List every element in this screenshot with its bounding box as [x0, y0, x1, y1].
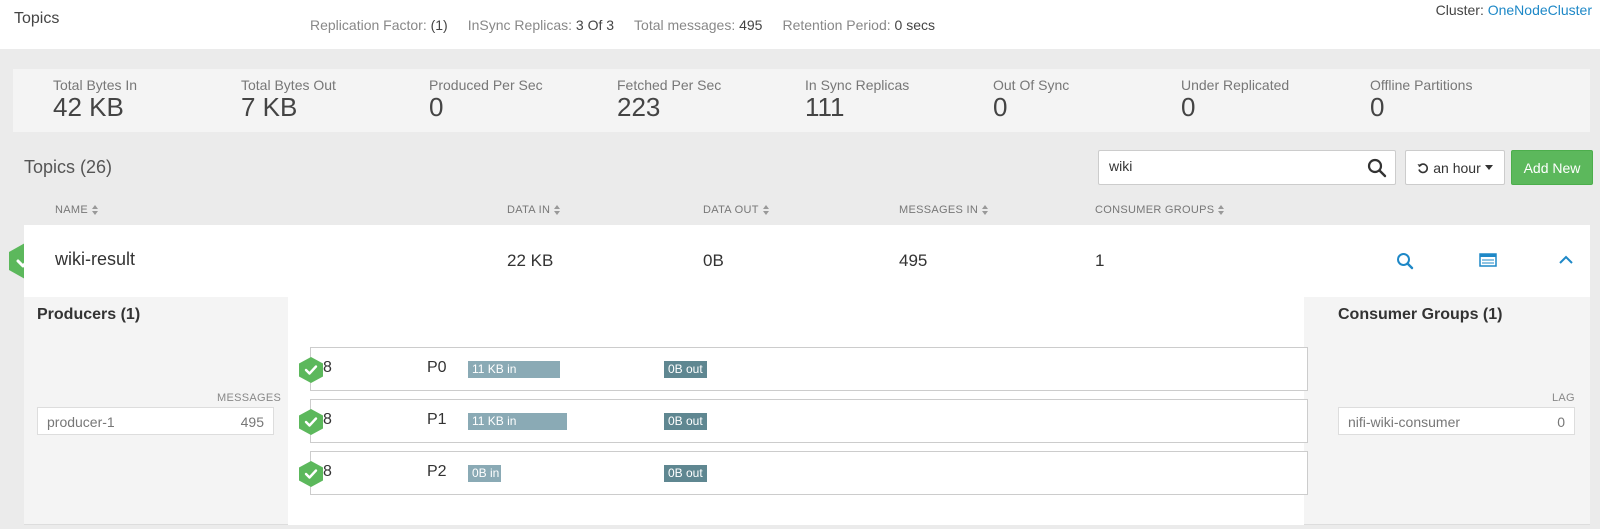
partition-broker: 8 [323, 411, 332, 428]
partition-broker: 8 [323, 463, 332, 480]
metric-label: Fetched Per Sec [617, 77, 722, 93]
metrics-summary: Total Bytes In 42 KB Total Bytes Out 7 K… [13, 69, 1590, 132]
cluster-label: Cluster: [1435, 2, 1484, 18]
topic-messages-in: 495 [899, 251, 928, 270]
sort-icon [982, 204, 989, 216]
producer-name: producer-1 [47, 414, 115, 430]
messages-header: MESSAGES [217, 392, 282, 404]
producer-messages: 495 [240, 414, 264, 430]
partition-bytes-in-bar: 0B in [468, 465, 501, 482]
metric-total-bytes-out: Total Bytes Out 7 KB [241, 77, 336, 120]
partition-bytes-in-bar: 11 KB in [468, 361, 560, 378]
metric-produced-per-sec: Produced Per Sec 0 [429, 77, 543, 120]
history-icon [1417, 162, 1429, 173]
partition-id: P0 [427, 359, 447, 376]
metric-value: 223 [617, 92, 661, 122]
topics-count-title: Topics (26) [24, 157, 113, 177]
consumer-group-name: nifi-wiki-consumer [1348, 414, 1461, 430]
insync-replicas: InSync Replicas: 3 Of 3 [467, 17, 615, 33]
caret-down-icon [1484, 165, 1493, 170]
sort-icon [762, 204, 770, 216]
metric-value: 7 KB [241, 92, 298, 122]
metric-label: Out Of Sync [993, 77, 1070, 93]
topic-consumer-groups: 1 [1095, 251, 1105, 270]
sort-icon [554, 204, 561, 216]
metric-under-replicated: Under Replicated 0 [1181, 77, 1289, 120]
column-header-consumer-groups[interactable]: CONSUMER GROUPS [1095, 204, 1225, 216]
metric-label: Produced Per Sec [429, 77, 543, 93]
sort-icon [91, 204, 99, 216]
topic-name[interactable]: wiki-result [55, 249, 135, 270]
lag-header: LAG [1552, 392, 1575, 404]
cluster-link[interactable]: OneNodeCluster [1488, 2, 1592, 18]
topic-data-out: 0B [703, 251, 724, 270]
metric-fetched-per-sec: Fetched Per Sec 223 [617, 77, 721, 120]
retention-period: Retention Period: 0 secs [782, 17, 936, 33]
search-input[interactable] [1109, 158, 1349, 174]
partition-status-ok-icon [299, 409, 323, 435]
consumer-groups-title: Consumer Groups (1) [1338, 306, 1503, 323]
metric-value: 0 [1181, 92, 1196, 122]
topic-data-in: 22 KB [507, 251, 554, 270]
partition-bytes-out-bar: 0B out [664, 465, 707, 482]
column-header-data-out[interactable]: DATA OUT [703, 204, 770, 216]
metric-label: In Sync Replicas [805, 77, 910, 93]
partition-status-ok-icon [299, 357, 323, 383]
window-icon[interactable] [1479, 253, 1497, 267]
total-messages: Total messages: 495 [634, 17, 763, 33]
partition-bytes-out-bar: 0B out [664, 361, 707, 378]
partition-broker: 8 [323, 359, 332, 376]
replication-info: Replication Factor: (1) InSync Replicas:… [310, 17, 935, 33]
partition-status-ok-icon [299, 461, 323, 487]
producer-item[interactable]: producer-1 495 [37, 407, 274, 435]
column-header-messages-in[interactable]: MESSAGES IN [899, 204, 989, 216]
consumer-group-lag: 0 [1557, 414, 1565, 430]
metric-value: 0 [993, 92, 1008, 122]
time-range-label: an hour [1433, 159, 1481, 176]
column-label: DATA IN [507, 204, 551, 216]
page-title: Topics [14, 10, 60, 27]
metric-offline-partitions: Offline Partitions 0 [1370, 77, 1472, 120]
metric-out-of-sync: Out Of Sync 0 [993, 77, 1069, 120]
metric-total-bytes-in: Total Bytes In 42 KB [53, 77, 137, 120]
column-header-data-in[interactable]: DATA IN [507, 204, 561, 216]
metric-label: Total Bytes In [53, 77, 138, 93]
replication-factor: Replication Factor: (1) [310, 17, 448, 33]
search-icon[interactable] [1367, 158, 1387, 178]
column-label: NAME [55, 204, 88, 216]
partition-id: P1 [427, 411, 447, 428]
consumer-group-item[interactable]: nifi-wiki-consumer 0 [1338, 407, 1575, 435]
column-label: MESSAGES IN [899, 204, 979, 216]
time-range-dropdown[interactable]: an hour [1405, 150, 1505, 185]
partition-row[interactable]: 8 P1 11 KB in 0B out [310, 399, 1308, 443]
partition-row[interactable]: 8 P2 0B in 0B out [310, 451, 1308, 495]
metric-label: Total Bytes Out [241, 77, 336, 93]
search-box [1098, 150, 1396, 185]
metric-value: 42 KB [53, 92, 124, 122]
metric-value: 0 [429, 92, 444, 122]
partition-id: P2 [427, 463, 447, 480]
metric-in-sync-replicas: In Sync Replicas 111 [805, 77, 909, 120]
sort-icon [1218, 204, 1225, 216]
topic-row[interactable]: wiki-result 22 KB 0B 495 1 [24, 225, 1590, 297]
metric-value: 0 [1370, 92, 1385, 122]
chevron-up-icon[interactable] [1559, 255, 1573, 264]
metric-value: 111 [805, 92, 845, 122]
partition-bytes-out-bar: 0B out [664, 413, 707, 430]
add-new-button[interactable]: Add New [1511, 150, 1593, 185]
search-icon[interactable] [1396, 252, 1414, 270]
column-header-name[interactable]: NAME [55, 204, 99, 216]
partition-bytes-in-bar: 11 KB in [468, 413, 567, 430]
column-label: CONSUMER GROUPS [1095, 204, 1215, 216]
partition-row[interactable]: 8 P0 11 KB in 0B out [310, 347, 1308, 391]
metric-label: Under Replicated [1181, 77, 1290, 93]
cluster-indicator: Cluster: OneNodeCluster [1436, 2, 1592, 18]
metric-label: Offline Partitions [1370, 77, 1473, 93]
column-label: DATA OUT [703, 204, 759, 216]
producers-title: Producers (1) [37, 306, 141, 323]
